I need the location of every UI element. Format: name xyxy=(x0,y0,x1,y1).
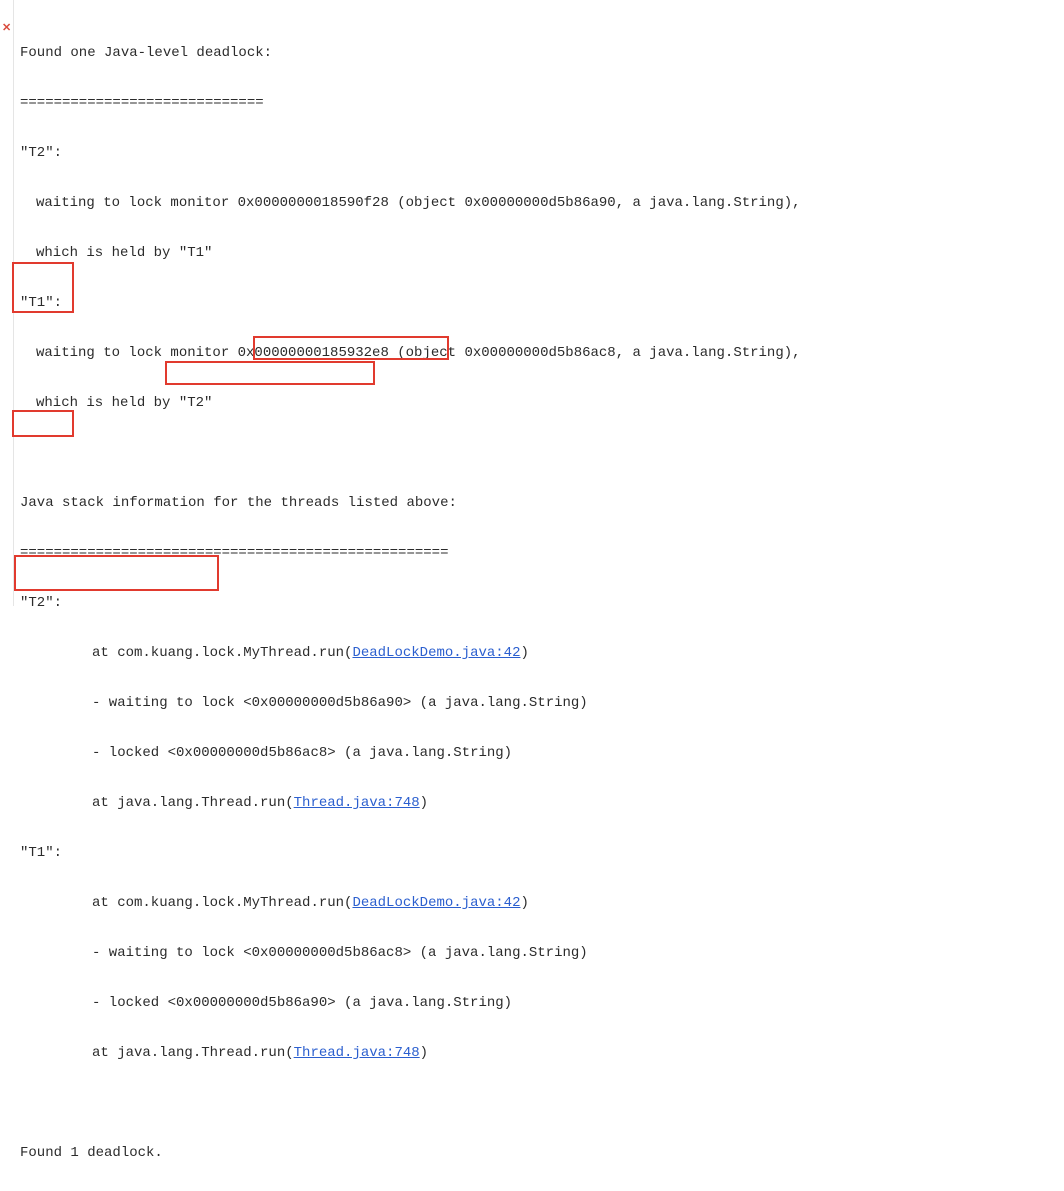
t1-waiting-lock: - waiting to lock <0x00000000d5b86ac8> (… xyxy=(20,941,801,966)
thread-t1-label: "T1": xyxy=(20,291,801,316)
blank-line xyxy=(20,1091,801,1116)
t1-waiting-line: waiting to lock monitor 0x00000000185932… xyxy=(20,341,801,366)
t1-locked: - locked <0x00000000d5b86a90> (a java.la… xyxy=(20,991,801,1016)
source-link[interactable]: DeadLockDemo.java:42 xyxy=(352,895,520,911)
console-output: Found one Java-level deadlock: =========… xyxy=(20,16,801,1191)
editor-gutter: ✕ xyxy=(0,0,14,606)
blank-line xyxy=(20,441,801,466)
t2-stack-frame: at java.lang.Thread.run(Thread.java:748) xyxy=(20,791,801,816)
t1-held-line: which is held by "T2" xyxy=(20,391,801,416)
gutter-close-icon[interactable]: ✕ xyxy=(2,17,11,42)
separator: ========================================… xyxy=(20,541,801,566)
source-link[interactable]: Thread.java:748 xyxy=(294,795,420,811)
stack-t2-label: "T2": xyxy=(20,591,801,616)
t2-stack-frame: at com.kuang.lock.MyThread.run(DeadLockD… xyxy=(20,641,801,666)
t2-waiting-line: waiting to lock monitor 0x0000000018590f… xyxy=(20,191,801,216)
t1-stack-frame: at com.kuang.lock.MyThread.run(DeadLockD… xyxy=(20,891,801,916)
t1-stack-frame: at java.lang.Thread.run(Thread.java:748) xyxy=(20,1041,801,1066)
separator: ============================= xyxy=(20,91,801,116)
t2-locked: - locked <0x00000000d5b86ac8> (a java.la… xyxy=(20,741,801,766)
stack-t1-label: "T1": xyxy=(20,841,801,866)
text-cursor-icon: k xyxy=(226,895,234,911)
source-link[interactable]: Thread.java:748 xyxy=(294,1045,420,1061)
source-link[interactable]: DeadLockDemo.java:42 xyxy=(352,645,520,661)
thread-t2-label: "T2": xyxy=(20,141,801,166)
deadlock-footer: Found 1 deadlock. xyxy=(20,1141,801,1166)
deadlock-header: Found one Java-level deadlock: xyxy=(20,41,801,66)
t2-waiting-lock: - waiting to lock <0x00000000d5b86a90> (… xyxy=(20,691,801,716)
stack-info-heading: Java stack information for the threads l… xyxy=(20,491,801,516)
t2-held-line: which is held by "T1" xyxy=(20,241,801,266)
